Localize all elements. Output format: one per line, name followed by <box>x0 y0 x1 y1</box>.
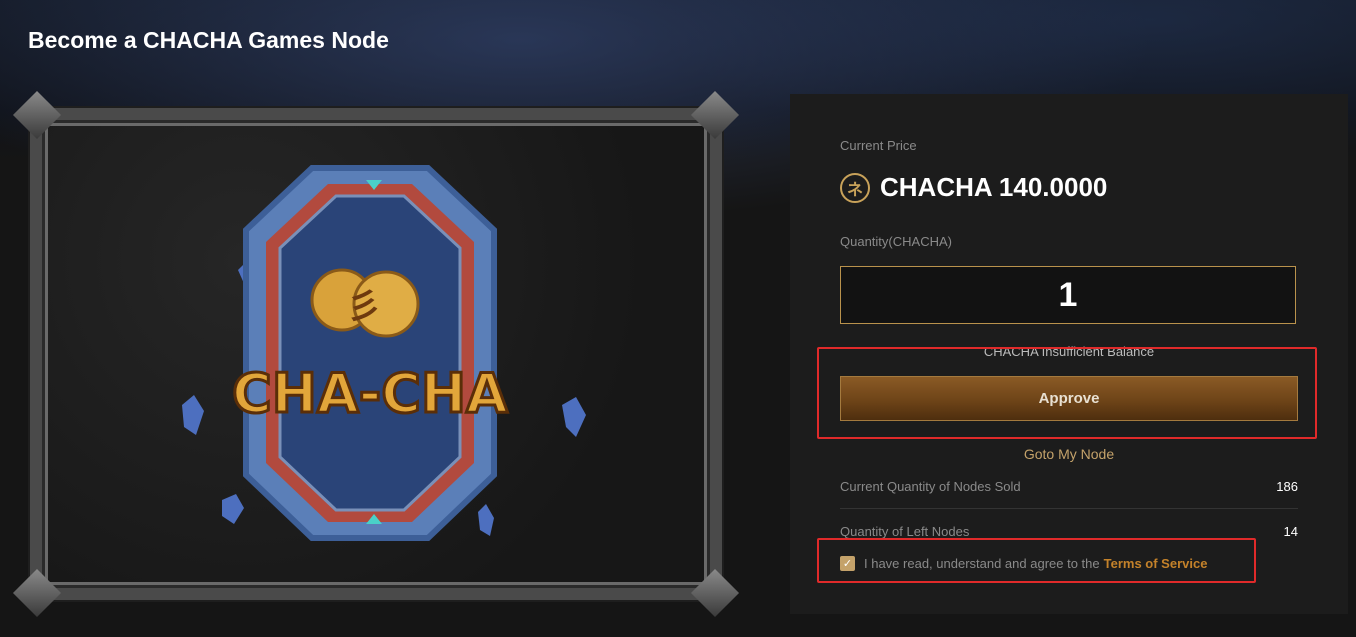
cha-cha-logo-art: 彡 CHA-CHA <box>182 165 586 541</box>
node-artwork: 彡 CHA-CHA <box>12 90 740 618</box>
cha-cha-logo-text: CHA-CHA <box>232 362 508 425</box>
quantity-input[interactable] <box>840 266 1296 324</box>
nodes-sold-value: 186 <box>1276 479 1298 494</box>
crystal-decoration <box>562 397 586 437</box>
crystal-decoration <box>182 395 204 435</box>
crystal-decoration <box>222 494 244 524</box>
highlight-approve <box>817 347 1317 439</box>
price-row: ネ CHACHA 140.0000 <box>840 172 1107 203</box>
highlight-terms <box>817 538 1256 583</box>
price-value: CHACHA 140.0000 <box>880 172 1108 202</box>
chacha-coin-icon: ネ <box>840 172 870 203</box>
nodes-left-value: 14 <box>1283 524 1298 539</box>
card-inner <box>278 194 462 512</box>
nodes-sold-label: Current Quantity of Nodes Sold <box>840 479 1021 494</box>
goto-my-node-link[interactable]: Goto My Node <box>790 446 1348 462</box>
crystal-decoration <box>478 504 494 536</box>
divider <box>840 508 1298 509</box>
page-title: Become a CHACHA Games Node <box>28 27 389 53</box>
quantity-label: Quantity(CHACHA) <box>840 234 952 249</box>
price-label: Current Price <box>840 138 917 153</box>
coin-glyph: 彡 <box>347 287 381 327</box>
nodes-left-label: Quantity of Left Nodes <box>840 524 970 539</box>
